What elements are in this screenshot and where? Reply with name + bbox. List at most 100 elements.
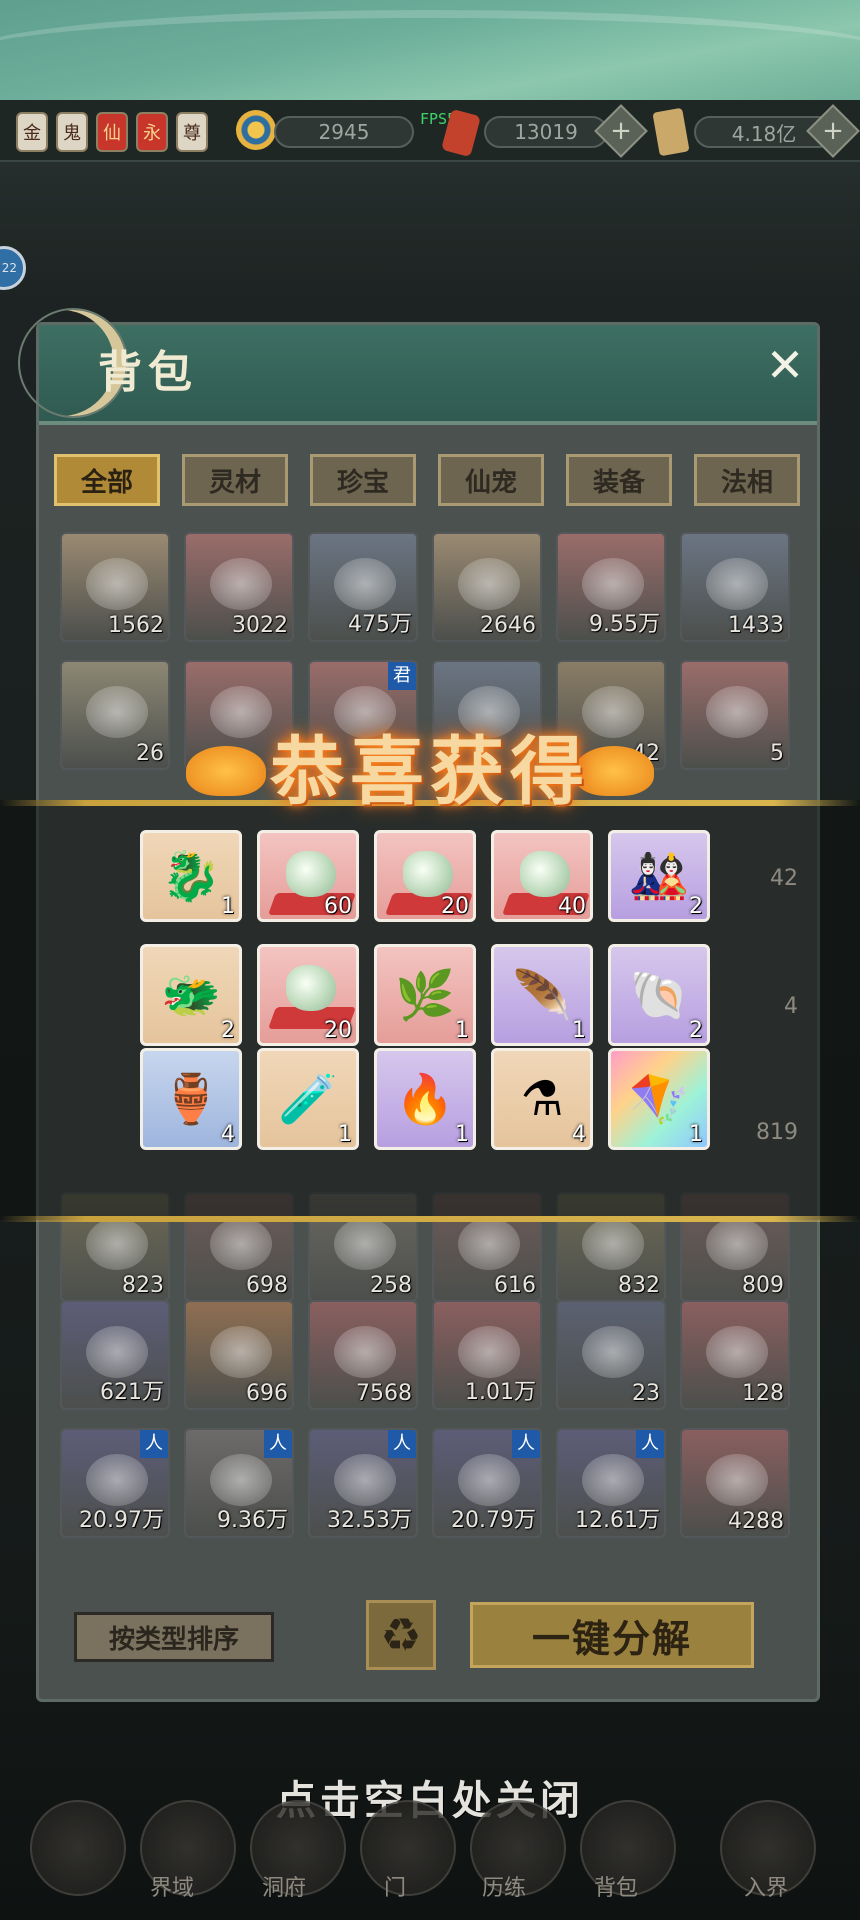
item-count: 698	[246, 1273, 288, 1298]
panel-title: 背包	[98, 347, 198, 398]
reward-item[interactable]: 🔥 1	[374, 1048, 476, 1150]
item-count: 9.36万	[217, 1508, 288, 1533]
reward-count: 20	[441, 894, 469, 919]
item-icon	[334, 1326, 396, 1378]
item-count: 4288	[728, 1509, 784, 1534]
bag-item-slot[interactable]: 人 20.79万	[432, 1428, 542, 1538]
nav-label-bag: 背包	[594, 1876, 639, 1901]
reward-item[interactable]: 20	[374, 830, 476, 922]
reward-icon: ⚗	[520, 1071, 564, 1127]
game-screen: 金 鬼 仙 永 尊 2945 FPS56 13019 + 4.18亿 + 22 …	[0, 0, 860, 1920]
tab-all[interactable]: 全部	[54, 454, 160, 506]
item-icon	[706, 558, 768, 610]
bag-item-slot[interactable]: 128	[680, 1300, 790, 1410]
bag-item-slot[interactable]: 621万	[60, 1300, 170, 1410]
item-count: 258	[370, 1273, 412, 1298]
reward-count: 60	[324, 894, 352, 919]
bag-item-slot[interactable]: 696	[184, 1300, 294, 1410]
item-icon	[458, 1218, 520, 1270]
reward-item[interactable]: 🪶 1	[491, 944, 593, 1046]
bag-item-slot[interactable]: 2646	[432, 532, 542, 642]
nav-label-trial: 历练	[482, 1876, 527, 1901]
close-panel-button[interactable]: ✕	[760, 340, 810, 390]
currency-2-count: 13019	[484, 116, 608, 148]
tab-pets[interactable]: 仙宠	[438, 454, 544, 506]
reward-count: 1	[572, 1018, 586, 1043]
reward-count: 2	[689, 894, 703, 919]
item-icon	[582, 1454, 644, 1506]
reward-item[interactable]: 20	[257, 944, 359, 1046]
bag-item-slot[interactable]: 1433	[680, 532, 790, 642]
reward-item[interactable]: 🏺 4	[140, 1048, 242, 1150]
title-badge-gold[interactable]: 金	[16, 112, 48, 152]
spirit-stone-icon	[236, 110, 276, 150]
item-count: 12.61万	[575, 1508, 660, 1533]
nav-button-sect[interactable]	[360, 1800, 456, 1896]
reward-item[interactable]: 40	[491, 830, 593, 922]
bag-item-slot[interactable]: 人 9.36万	[184, 1428, 294, 1538]
bag-item-count-partial: 819	[756, 1120, 798, 1145]
bag-item-slot[interactable]: 7568	[308, 1300, 418, 1410]
reward-item[interactable]: 🐚 2	[608, 944, 710, 1046]
bag-item-slot[interactable]: 23	[556, 1300, 666, 1410]
reward-item[interactable]: 🧪 1	[257, 1048, 359, 1150]
spirit-crystal-icon	[403, 851, 453, 897]
item-count: 832	[618, 1273, 660, 1298]
reward-item[interactable]: 🎎 2	[608, 830, 710, 922]
item-icon	[86, 1326, 148, 1378]
tab-avatar[interactable]: 法相	[694, 454, 800, 506]
title-badge-eternal[interactable]: 永	[136, 112, 168, 152]
reward-item[interactable]: 60	[257, 830, 359, 922]
bag-item-slot[interactable]: 1562	[60, 532, 170, 642]
recycle-icon[interactable]: ♻	[366, 1600, 436, 1670]
item-icon	[334, 1454, 396, 1506]
item-count: 616	[494, 1273, 536, 1298]
bag-item-slot[interactable]: 3022	[184, 532, 294, 642]
title-badge-ghost[interactable]: 鬼	[56, 112, 88, 152]
tab-materials[interactable]: 灵材	[182, 454, 288, 506]
nav-label-enter-world: 入界	[744, 1876, 789, 1901]
reward-icon: 🏺	[161, 1071, 221, 1128]
tab-equipment[interactable]: 装备	[566, 454, 672, 506]
spirit-crystal-icon	[286, 965, 336, 1011]
item-icon	[458, 558, 520, 610]
bag-item-slot[interactable]: 4288	[680, 1428, 790, 1538]
bag-item-slot[interactable]: 人 32.53万	[308, 1428, 418, 1538]
spirit-crystal-icon	[286, 851, 336, 897]
bag-item-slot[interactable]: 475万	[308, 532, 418, 642]
bag-item-slot[interactable]: 1.01万	[432, 1300, 542, 1410]
item-icon	[210, 1218, 272, 1270]
item-icon	[706, 1454, 768, 1506]
item-icon	[210, 1326, 272, 1378]
item-count: 32.53万	[327, 1508, 412, 1533]
bag-item-slot[interactable]: 人 20.97万	[60, 1428, 170, 1538]
bag-item-slot[interactable]: 9.55万	[556, 532, 666, 642]
reward-item[interactable]: 🌿 1	[374, 944, 476, 1046]
reward-item[interactable]: ⚗ 4	[491, 1048, 593, 1150]
reward-count: 1	[221, 894, 235, 919]
title-badge-immortal[interactable]: 仙	[96, 112, 128, 152]
reward-item[interactable]: 🪁 1	[608, 1048, 710, 1150]
one-click-decompose-button[interactable]: 一键分解	[470, 1602, 754, 1668]
reward-item[interactable]: 🐲 2	[140, 944, 242, 1046]
reward-item[interactable]: 🐉 1	[140, 830, 242, 922]
item-grade-tag: 人	[264, 1430, 292, 1458]
category-tabs: 全部 灵材 珍宝 仙宠 装备 法相	[54, 454, 806, 506]
item-count: 823	[122, 1273, 164, 1298]
nav-label-realm: 界域	[150, 1876, 195, 1901]
spirit-crystal-icon	[520, 851, 570, 897]
reward-icon: 🪶	[512, 967, 572, 1024]
item-count: 1433	[728, 613, 784, 638]
title-badge-venerable[interactable]: 尊	[176, 112, 208, 152]
item-icon	[210, 558, 272, 610]
side-notification-chip[interactable]: 22	[0, 246, 26, 290]
reward-icon: 🐚	[629, 967, 689, 1024]
bag-item-slot[interactable]: 人 12.61万	[556, 1428, 666, 1538]
reward-icon: 🔥	[395, 1071, 455, 1128]
tab-treasures[interactable]: 珍宝	[310, 454, 416, 506]
item-count: 2646	[480, 613, 536, 638]
sort-by-type-button[interactable]: 按类型排序	[74, 1612, 274, 1662]
reward-icon: 🌿	[395, 967, 455, 1024]
reward-icon: 🎎	[629, 848, 689, 905]
nav-button-0[interactable]	[30, 1800, 126, 1896]
